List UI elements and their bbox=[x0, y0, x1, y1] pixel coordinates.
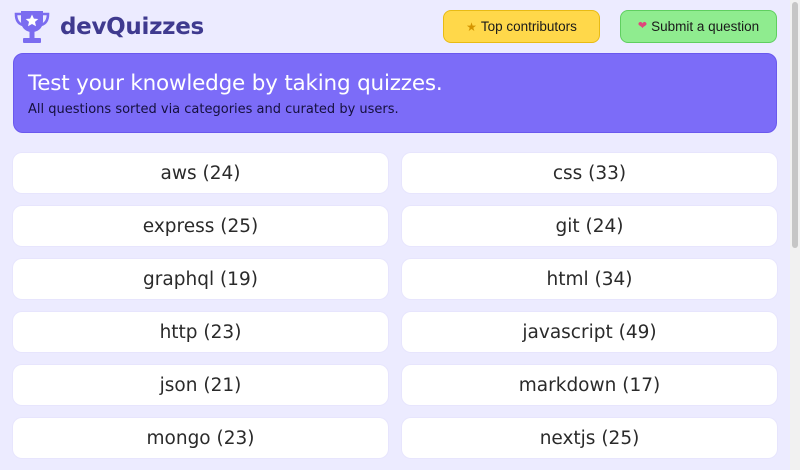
category-card-html[interactable]: html (34) bbox=[402, 259, 777, 299]
header: devQuizzes ★ Top contributors ❤ Submit a… bbox=[0, 0, 790, 54]
category-card-css[interactable]: css (33) bbox=[402, 153, 777, 193]
category-card-json[interactable]: json (21) bbox=[13, 365, 388, 405]
category-card-javascript[interactable]: javascript (49) bbox=[402, 312, 777, 352]
category-card-mongo[interactable]: mongo (23) bbox=[13, 418, 388, 458]
category-card-http[interactable]: http (23) bbox=[13, 312, 388, 352]
vertical-scrollbar[interactable] bbox=[790, 0, 800, 470]
hero-subtitle: All questions sorted via categories and … bbox=[28, 102, 399, 117]
category-card-aws[interactable]: aws (24) bbox=[13, 153, 388, 193]
category-card-graphql[interactable]: graphql (19) bbox=[13, 259, 388, 299]
trophy-star-icon bbox=[14, 11, 50, 43]
top-contributors-button[interactable]: ★ Top contributors bbox=[443, 10, 600, 43]
category-card-nextjs[interactable]: nextjs (25) bbox=[402, 418, 777, 458]
hero-title: Test your knowledge by taking quizzes. bbox=[28, 71, 443, 96]
logo-text: devQuizzes bbox=[60, 14, 204, 40]
category-card-express[interactable]: express (25) bbox=[13, 206, 388, 246]
top-contributors-label: Top contributors bbox=[480, 19, 577, 34]
submit-question-button[interactable]: ❤ Submit a question bbox=[620, 10, 777, 43]
category-card-git[interactable]: git (24) bbox=[402, 206, 777, 246]
medal-icon: ★ bbox=[466, 19, 477, 34]
hero-banner: Test your knowledge by taking quizzes. A… bbox=[13, 53, 777, 133]
category-card-markdown[interactable]: markdown (17) bbox=[402, 365, 777, 405]
submit-question-label: Submit a question bbox=[651, 19, 760, 34]
logo[interactable]: devQuizzes bbox=[12, 7, 204, 47]
heart-icon: ❤ bbox=[637, 20, 648, 32]
category-grid: aws (24) css (33) express (25) git (24) … bbox=[13, 153, 777, 458]
scrollbar-thumb[interactable] bbox=[792, 2, 798, 248]
page: devQuizzes ★ Top contributors ❤ Submit a… bbox=[0, 0, 800, 470]
